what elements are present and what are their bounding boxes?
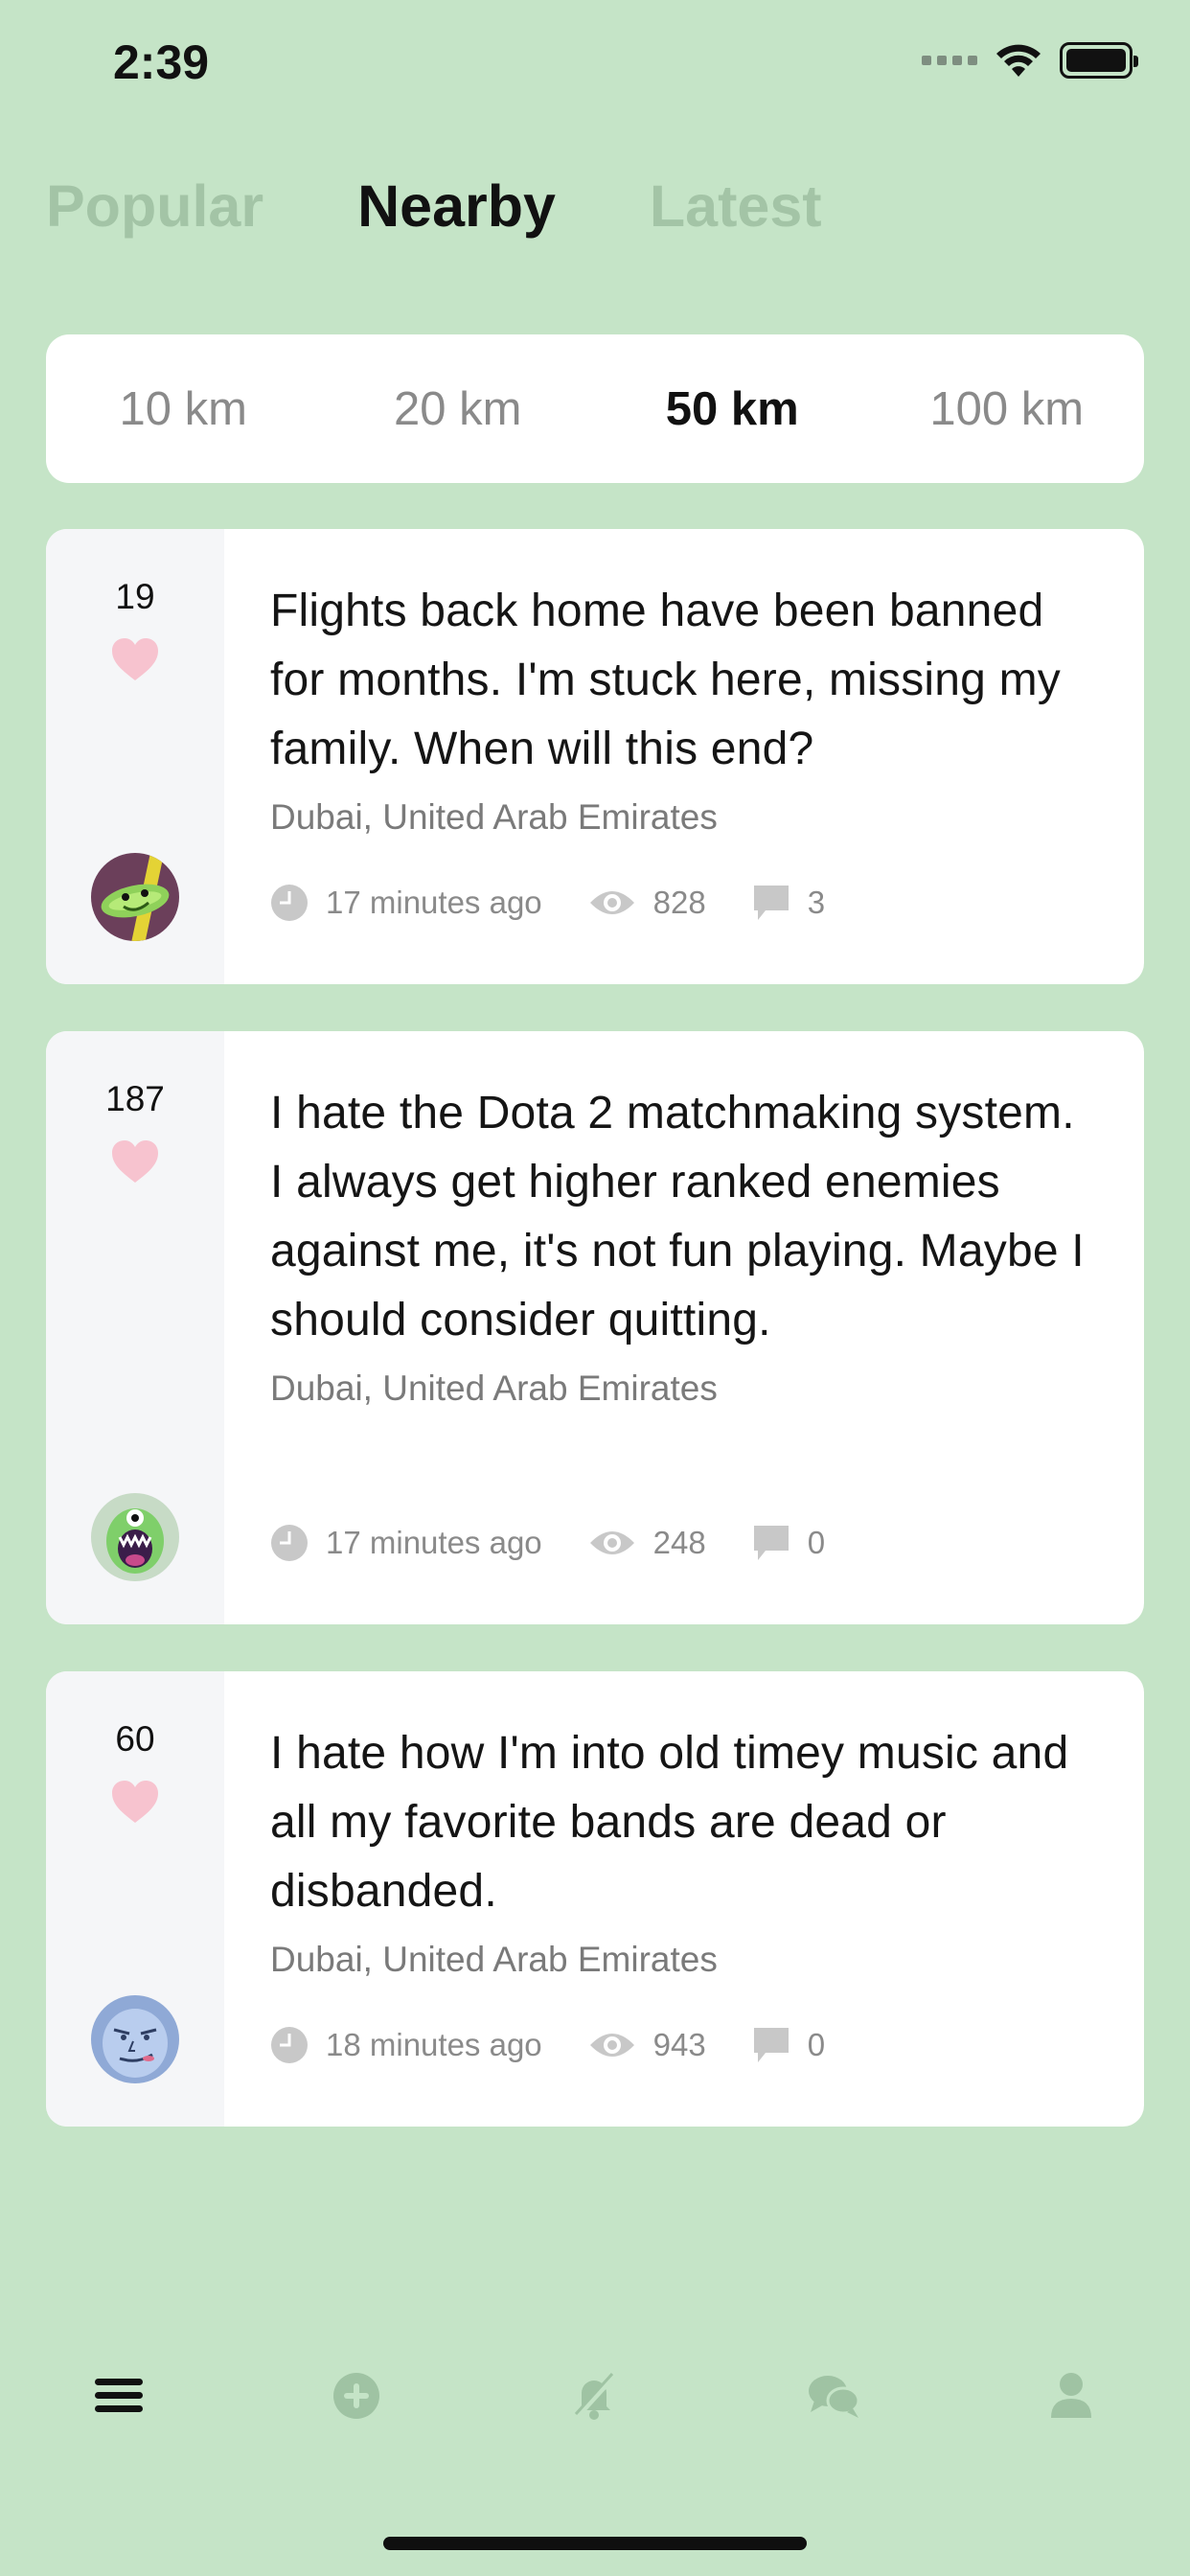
post-comments[interactable]: 0 <box>752 2026 825 2064</box>
clock-icon <box>271 2027 308 2063</box>
tab-notifications[interactable] <box>565 2367 623 2425</box>
post-time: 17 minutes ago <box>270 884 542 922</box>
status-time: 2:39 <box>113 35 210 89</box>
tab-menu[interactable] <box>90 2367 148 2425</box>
screaming-monster-avatar[interactable] <box>91 1493 179 1581</box>
wifi-icon <box>996 44 1041 77</box>
notifications-off-icon <box>573 2372 617 2421</box>
battery-icon <box>1060 42 1138 79</box>
status-bar: 2:39 <box>0 0 1190 134</box>
comment-icon <box>753 886 789 920</box>
post-time-text: 17 minutes ago <box>326 1525 542 1560</box>
post-views-count: 248 <box>652 1525 706 1560</box>
post-card[interactable]: 187 I hate the Dota 2 matchmaking system… <box>46 1031 1144 1624</box>
like-count: 187 <box>105 1079 165 1118</box>
bottom-tab-bar <box>0 2367 1190 2444</box>
heart-icon[interactable] <box>110 1779 160 1825</box>
post-location: Dubai, United Arab Emirates <box>270 797 718 837</box>
post-views: 943 <box>588 2027 706 2063</box>
post-body: I hate the Dota 2 matchmaking system. I … <box>224 1031 1144 1624</box>
post-text: Flights back home have been banned for m… <box>270 586 1061 774</box>
post-card[interactable]: 60 I hate how I'm into old timey music a… <box>46 1671 1144 2127</box>
post-time: 18 minutes ago <box>270 2026 542 2064</box>
eye-icon <box>589 1531 634 1554</box>
clock-icon <box>271 1525 308 1561</box>
post-sidebar: 60 <box>46 1671 224 2127</box>
add-icon <box>333 2373 379 2419</box>
home-indicator <box>383 2537 807 2550</box>
post-location: Dubai, United Arab Emirates <box>270 1368 718 1408</box>
tab-profile[interactable] <box>1042 2367 1100 2425</box>
post-time-text: 17 minutes ago <box>326 885 542 920</box>
post-time: 17 minutes ago <box>270 1524 542 1562</box>
comment-icon <box>753 1526 789 1560</box>
post-comments-count: 0 <box>807 2027 826 2062</box>
like-count: 60 <box>115 1719 155 1759</box>
post-location: Dubai, United Arab Emirates <box>270 1940 718 1979</box>
clock-icon <box>271 885 308 921</box>
post-sidebar: 19 <box>46 529 224 984</box>
distance-option-50km[interactable]: 50 km <box>595 382 870 436</box>
post-comments-count: 3 <box>807 885 826 920</box>
post-text: I hate how I'm into old timey music and … <box>270 1728 1069 1917</box>
status-icons <box>922 42 1138 79</box>
post-meta: 17 minutes ago 828 3 <box>270 884 871 922</box>
chat-icon <box>809 2376 860 2418</box>
post-sidebar: 187 <box>46 1031 224 1624</box>
distance-option-10km[interactable]: 10 km <box>46 382 321 436</box>
post-views: 248 <box>588 1525 706 1561</box>
post-body: I hate how I'm into old timey music and … <box>224 1671 1144 2127</box>
post-views-count: 943 <box>652 2027 706 2062</box>
post-comments[interactable]: 3 <box>752 884 825 922</box>
smirk-face-avatar[interactable] <box>91 1995 179 2083</box>
feed-tabs: Popular Nearby Latest <box>46 168 822 244</box>
profile-icon <box>1051 2373 1091 2418</box>
like-count: 19 <box>115 577 155 616</box>
post-body: Flights back home have been banned for m… <box>224 529 1144 984</box>
comment-icon <box>753 2028 789 2062</box>
distance-option-20km[interactable]: 20 km <box>321 382 596 436</box>
distance-option-100km[interactable]: 100 km <box>870 382 1145 436</box>
post-text: I hate the Dota 2 matchmaking system. I … <box>270 1088 1085 1346</box>
distance-filter: 10 km 20 km 50 km 100 km <box>46 334 1144 483</box>
tab-latest[interactable]: Latest <box>650 168 822 244</box>
post-views-count: 828 <box>652 885 706 920</box>
tab-nearby[interactable]: Nearby <box>357 168 556 244</box>
menu-icon <box>95 2379 143 2412</box>
cucumber-avatar[interactable] <box>91 853 179 941</box>
eye-icon <box>589 891 634 914</box>
post-comments-count: 0 <box>807 1525 826 1560</box>
heart-icon[interactable] <box>110 636 160 682</box>
post-time-text: 18 minutes ago <box>326 2027 542 2062</box>
heart-icon[interactable] <box>110 1138 160 1184</box>
post-meta: 17 minutes ago 248 0 <box>270 1524 871 1562</box>
post-views: 828 <box>588 885 706 921</box>
tab-popular[interactable]: Popular <box>46 168 263 244</box>
post-card[interactable]: 19 Flights back home have been banned fo… <box>46 529 1144 984</box>
post-comments[interactable]: 0 <box>752 1524 825 1562</box>
tab-chat[interactable] <box>805 2367 862 2425</box>
eye-icon <box>589 2034 634 2057</box>
tab-add[interactable] <box>328 2367 385 2425</box>
cellular-signal-icon <box>922 56 977 65</box>
post-meta: 18 minutes ago 943 0 <box>270 2026 871 2064</box>
